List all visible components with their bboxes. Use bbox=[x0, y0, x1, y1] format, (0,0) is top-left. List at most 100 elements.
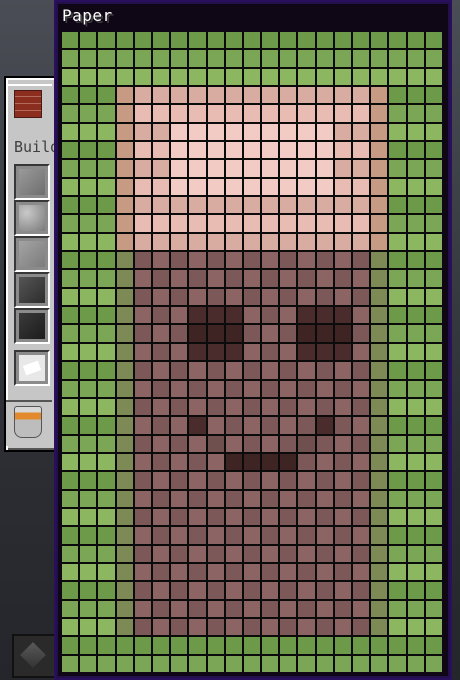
pixel-cell bbox=[80, 453, 97, 471]
pixel-cell bbox=[371, 508, 388, 526]
pixel-cell bbox=[334, 637, 352, 654]
pixel-cell bbox=[371, 490, 388, 507]
pixel-cell bbox=[262, 563, 279, 581]
pixel-cell bbox=[389, 87, 406, 104]
pixel-cell bbox=[152, 600, 170, 617]
pixel-cell bbox=[62, 655, 79, 672]
pixel-cell bbox=[298, 655, 315, 672]
pixel-cell bbox=[280, 105, 297, 122]
pixel-cell bbox=[116, 582, 133, 599]
pixel-cell bbox=[134, 68, 151, 86]
pixel-cell bbox=[280, 288, 297, 306]
pixel-cell bbox=[152, 362, 170, 379]
inventory-slot[interactable] bbox=[14, 272, 50, 308]
pixel-cell bbox=[134, 123, 151, 141]
pixel-cell bbox=[171, 160, 188, 177]
pixel-cell bbox=[80, 123, 97, 141]
inventory-slot[interactable] bbox=[14, 350, 50, 386]
pixel-cell bbox=[225, 215, 242, 232]
pixel-cell bbox=[62, 637, 79, 654]
pixel-cell bbox=[225, 490, 242, 507]
pixel-cell bbox=[189, 343, 206, 361]
pixel-cell bbox=[371, 362, 388, 379]
inventory-slot[interactable] bbox=[14, 164, 50, 200]
inventory-slot[interactable] bbox=[14, 200, 50, 236]
pixel-cell bbox=[62, 160, 79, 177]
bricks-icon bbox=[14, 90, 42, 118]
pixel-cell bbox=[298, 325, 315, 342]
pixel-cell bbox=[98, 490, 115, 507]
pixel-cell bbox=[152, 655, 170, 672]
pixel-cell bbox=[280, 343, 297, 361]
pixel-cell bbox=[280, 123, 297, 141]
pixel-cell bbox=[189, 123, 206, 141]
pixel-cell bbox=[80, 343, 97, 361]
inventory-slot[interactable] bbox=[14, 236, 50, 272]
pixel-cell bbox=[62, 142, 79, 159]
pixel-cell bbox=[243, 655, 261, 672]
pixel-cell bbox=[316, 32, 333, 49]
pixel-cell bbox=[98, 637, 115, 654]
pixel-cell bbox=[62, 252, 79, 269]
pixel-cell bbox=[80, 105, 97, 122]
pixel-cell bbox=[425, 600, 442, 617]
pixel-cell bbox=[334, 105, 352, 122]
pixel-cell bbox=[207, 527, 224, 544]
pixel-cell bbox=[243, 343, 261, 361]
pixel-cell bbox=[80, 655, 97, 672]
pixel-cell bbox=[62, 362, 79, 379]
pixel-cell bbox=[171, 343, 188, 361]
pixel-cell bbox=[171, 123, 188, 141]
pixel-cell bbox=[62, 307, 79, 324]
pixel-cell bbox=[298, 160, 315, 177]
pixel-cell bbox=[298, 50, 315, 67]
pixel-cell bbox=[262, 655, 279, 672]
pixel-cell bbox=[116, 123, 133, 141]
pixel-cell bbox=[225, 270, 242, 287]
pixel-cell bbox=[407, 490, 424, 507]
pixel-cell bbox=[152, 105, 170, 122]
pixel-cell bbox=[353, 325, 370, 342]
pixel-cell bbox=[171, 215, 188, 232]
pixel-cell bbox=[280, 435, 297, 452]
pixel-cell bbox=[80, 197, 97, 214]
pixel-cell bbox=[189, 68, 206, 86]
pixel-cell bbox=[425, 343, 442, 361]
pixel-cell bbox=[243, 637, 261, 654]
pixel-cell bbox=[353, 490, 370, 507]
pixel-cell bbox=[62, 197, 79, 214]
pixel-cell bbox=[189, 618, 206, 636]
pixel-cell bbox=[407, 527, 424, 544]
pixel-cell bbox=[262, 32, 279, 49]
pixel-cell bbox=[407, 160, 424, 177]
pixel-cell bbox=[116, 68, 133, 86]
pixel-cell bbox=[171, 197, 188, 214]
pixel-cell bbox=[62, 490, 79, 507]
pixel-cell bbox=[371, 288, 388, 306]
pixel-cell bbox=[62, 215, 79, 232]
pixel-cell bbox=[407, 637, 424, 654]
pixel-cell bbox=[116, 618, 133, 636]
inventory-slot[interactable] bbox=[14, 308, 50, 344]
pixel-cell bbox=[80, 233, 97, 251]
pixel-cell bbox=[407, 87, 424, 104]
pixel-cell bbox=[80, 527, 97, 544]
pixel-cell bbox=[425, 453, 442, 471]
pixel-cell bbox=[207, 197, 224, 214]
pixel-cell bbox=[298, 490, 315, 507]
pixel-cell bbox=[425, 307, 442, 324]
pixel-cell bbox=[389, 252, 406, 269]
pixel-cell bbox=[116, 398, 133, 416]
pixel-cell bbox=[207, 105, 224, 122]
pixel-cell bbox=[98, 87, 115, 104]
pixel-cell bbox=[134, 508, 151, 526]
pixel-cell bbox=[134, 197, 151, 214]
pixel-cell bbox=[152, 215, 170, 232]
pixel-cell bbox=[80, 618, 97, 636]
pixel-cell bbox=[171, 362, 188, 379]
pixel-cell bbox=[98, 288, 115, 306]
pixel-cell bbox=[316, 50, 333, 67]
pixel-cell bbox=[298, 472, 315, 489]
pixel-cell bbox=[407, 270, 424, 287]
pixel-cell bbox=[334, 197, 352, 214]
